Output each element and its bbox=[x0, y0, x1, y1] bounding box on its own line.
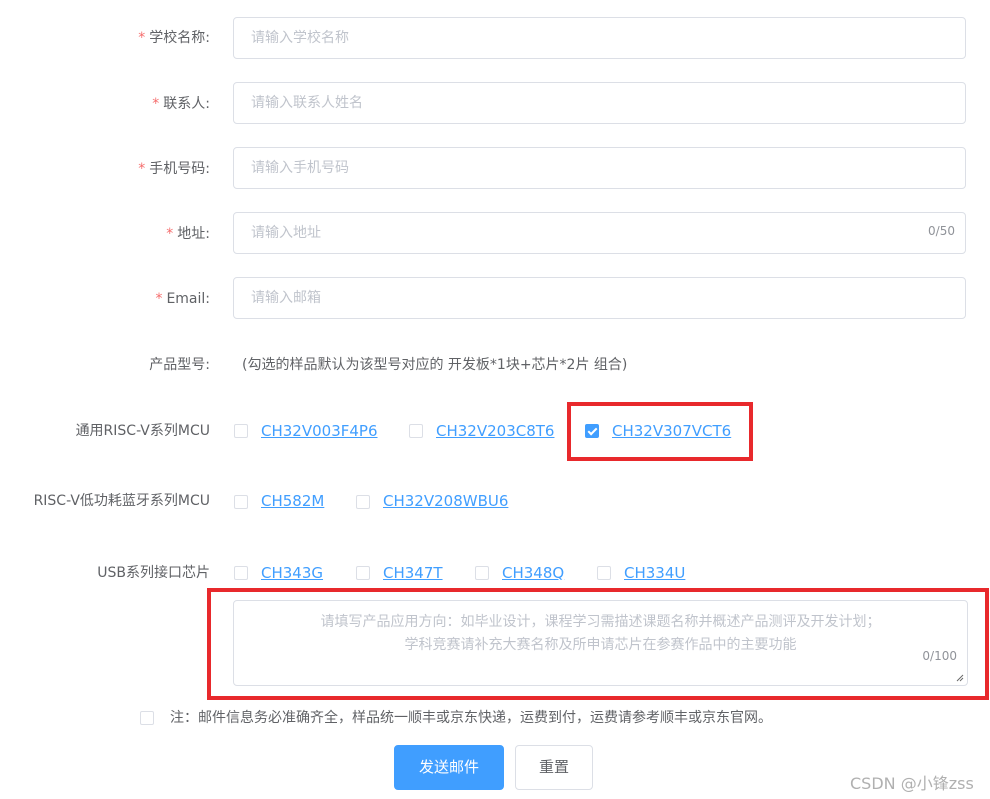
note-checkbox[interactable] bbox=[140, 711, 154, 725]
checkbox-ch32v208wbu6[interactable] bbox=[356, 495, 370, 509]
checkbox-ch32v203c8t6[interactable] bbox=[409, 424, 423, 438]
email-field[interactable] bbox=[233, 277, 966, 319]
phone-label: * 手机号码: bbox=[138, 161, 210, 177]
checkbox-ch582m[interactable] bbox=[234, 495, 248, 509]
group-ble-mcu-label: RISC-V低功耗蓝牙系列MCU bbox=[33, 493, 210, 509]
note-text: 注：邮件信息务必准确齐全，样品统一顺丰或京东快递，运费到付，运费请参考顺丰或京东… bbox=[170, 710, 772, 726]
product-link-ch582m[interactable]: CH582M bbox=[261, 491, 324, 511]
email-input[interactable] bbox=[234, 278, 891, 318]
required-mark: * bbox=[138, 161, 146, 177]
csdn-watermark: CSDN @小锋zss bbox=[850, 774, 974, 793]
address-input[interactable] bbox=[234, 213, 891, 253]
contact-field[interactable] bbox=[233, 82, 966, 124]
phone-input[interactable] bbox=[234, 148, 891, 188]
checkbox-ch32v003f4p6[interactable] bbox=[234, 424, 248, 438]
checkbox-ch334u[interactable] bbox=[597, 566, 611, 580]
product-link-ch32v003f4p6[interactable]: CH32V003F4P6 bbox=[261, 421, 378, 441]
product-link-ch334u[interactable]: CH334U bbox=[624, 563, 685, 583]
school-label: * 学校名称: bbox=[138, 30, 210, 46]
phone-field[interactable] bbox=[233, 147, 966, 189]
group-general-mcu-label: 通用RISC-V系列MCU bbox=[75, 423, 210, 439]
product-link-ch348q[interactable]: CH348Q bbox=[502, 563, 564, 583]
product-link-ch343g[interactable]: CH343G bbox=[261, 563, 323, 583]
contact-input[interactable] bbox=[234, 83, 891, 123]
email-label: * Email: bbox=[155, 291, 210, 307]
product-label: 产品型号: bbox=[149, 357, 210, 373]
contact-label: * 联系人: bbox=[152, 96, 210, 112]
product-link-ch32v203c8t6[interactable]: CH32V203C8T6 bbox=[436, 421, 554, 441]
required-mark: * bbox=[166, 226, 174, 242]
required-mark: * bbox=[152, 96, 160, 112]
highlight-box-application bbox=[207, 588, 989, 700]
school-input[interactable] bbox=[234, 18, 891, 58]
reset-button[interactable]: 重置 bbox=[515, 745, 593, 790]
product-hint: (勾选的样品默认为该型号对应的 开发板*1块+芯片*2片 组合) bbox=[242, 357, 628, 373]
send-email-button[interactable]: 发送邮件 bbox=[394, 745, 504, 790]
group-usb-chip-label: USB系列接口芯片 bbox=[97, 565, 210, 581]
address-field[interactable]: 0/50 bbox=[233, 212, 966, 254]
required-mark: * bbox=[138, 30, 146, 46]
address-label: * 地址: bbox=[166, 226, 210, 242]
address-counter: 0/50 bbox=[928, 224, 955, 238]
school-field[interactable] bbox=[233, 17, 966, 59]
checkbox-ch348q[interactable] bbox=[475, 566, 489, 580]
required-mark: * bbox=[155, 291, 163, 307]
product-link-ch32v208wbu6[interactable]: CH32V208WBU6 bbox=[383, 491, 508, 511]
checkbox-ch347t[interactable] bbox=[356, 566, 370, 580]
product-link-ch347t[interactable]: CH347T bbox=[383, 563, 443, 583]
checkbox-ch343g[interactable] bbox=[234, 566, 248, 580]
highlight-box-selected-product bbox=[567, 402, 753, 461]
